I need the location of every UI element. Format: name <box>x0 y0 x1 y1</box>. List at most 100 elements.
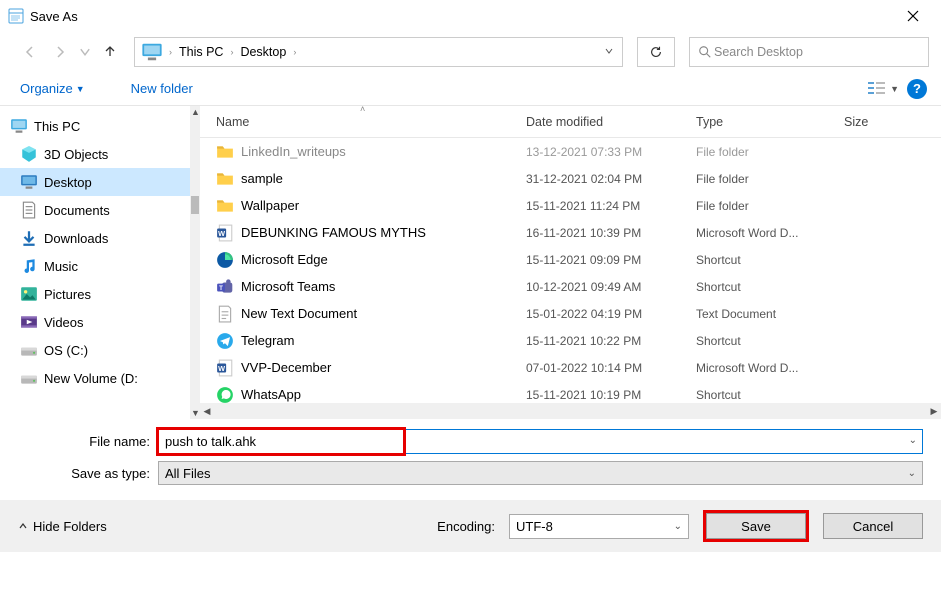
search-input[interactable] <box>712 44 920 60</box>
tree-item[interactable]: Documents <box>0 196 190 224</box>
form-area: File name: ⌄ Save as type: All Files ⌄ <box>0 419 941 496</box>
file-row[interactable]: LinkedIn_writeups13-12-2021 07:33 PMFile… <box>200 138 941 165</box>
file-date: 16-11-2021 10:39 PM <box>526 226 696 240</box>
file-list-header[interactable]: Name Date modified Type Size <box>200 106 941 138</box>
file-type: Microsoft Word D... <box>696 226 844 240</box>
folder-icon <box>216 170 234 188</box>
folder-tree[interactable]: This PC3D Objects Desktop Documents Downloa… <box>0 106 190 419</box>
main-area: This PC3D Objects Desktop Documents Downloa… <box>0 106 941 419</box>
back-button[interactable] <box>18 40 42 64</box>
pic-icon <box>20 285 38 303</box>
sort-indicator-icon: ˄ <box>360 104 365 114</box>
txt-icon <box>216 305 234 323</box>
file-row[interactable]: WDEBUNKING FAMOUS MYTHS16-11-2021 10:39 … <box>200 219 941 246</box>
file-row[interactable]: T Microsoft Teams 10-12-2021 09:49 AMShort… <box>200 273 941 300</box>
pc-icon <box>10 117 28 135</box>
file-name: DEBUNKING FAMOUS MYTHS <box>241 225 426 240</box>
chevron-down-icon: ⌄ <box>902 468 916 479</box>
refresh-button[interactable] <box>637 37 675 67</box>
address-dropdown-icon[interactable] <box>596 45 622 59</box>
tree-item-label: Pictures <box>44 287 91 302</box>
crumb-this-pc[interactable]: This PC <box>174 45 228 59</box>
tree-item[interactable]: Desktop <box>0 168 190 196</box>
tree-item-label: Desktop <box>44 175 92 190</box>
vid-icon <box>20 313 38 331</box>
file-date: 07-01-2022 10:14 PM <box>526 361 696 375</box>
window-title: Save As <box>30 9 893 24</box>
up-button[interactable] <box>98 40 122 64</box>
file-name: LinkedIn_writeups <box>241 144 346 159</box>
savetype-select[interactable]: All Files ⌄ <box>158 461 923 485</box>
chevron-down-icon: ⌄ <box>668 521 682 532</box>
file-date: 31-12-2021 02:04 PM <box>526 172 696 186</box>
file-name: Telegram <box>241 333 294 348</box>
help-button[interactable]: ? <box>907 79 927 99</box>
filename-input[interactable] <box>158 429 923 454</box>
column-name[interactable]: Name <box>200 115 526 129</box>
tree-item[interactable]: Downloads <box>0 224 190 252</box>
file-type: Shortcut <box>696 280 844 294</box>
file-row[interactable]: WhatsApp 15-11-2021 10:19 PMShortcut <box>200 381 941 403</box>
file-type: Text Document <box>696 307 844 321</box>
search-icon <box>698 45 712 59</box>
svg-text:W: W <box>218 363 225 372</box>
cancel-button[interactable]: Cancel <box>823 513 923 539</box>
tree-item[interactable]: 3D Objects <box>0 140 190 168</box>
file-type: Shortcut <box>696 388 844 402</box>
column-date[interactable]: Date modified <box>526 115 696 129</box>
new-folder-button[interactable]: New folder <box>125 78 199 99</box>
tree-item[interactable]: Videos <box>0 308 190 336</box>
view-options[interactable]: ▼ <box>867 80 899 98</box>
tree-item[interactable]: This PC <box>0 112 190 140</box>
tree-item[interactable]: OS (C:) <box>0 336 190 364</box>
hide-folders-button[interactable]: Hide Folders <box>18 519 107 534</box>
tree-item[interactable]: New Volume (D: <box>0 364 190 392</box>
word-icon: W <box>216 359 234 377</box>
forward-button[interactable] <box>48 40 72 64</box>
search-box[interactable] <box>689 37 929 67</box>
close-button[interactable] <box>893 0 933 32</box>
save-button[interactable]: Save <box>706 513 806 539</box>
file-row[interactable]: New Text Document15-01-2022 04:19 PMText… <box>200 300 941 327</box>
chevron-up-icon <box>18 521 28 531</box>
encoding-label: Encoding: <box>437 519 495 534</box>
file-type: Shortcut <box>696 334 844 348</box>
file-list[interactable]: ˄ Name Date modified Type Size LinkedIn_… <box>200 106 941 419</box>
file-row[interactable]: Telegram15-11-2021 10:22 PMShortcut <box>200 327 941 354</box>
tree-item-label: Documents <box>44 203 110 218</box>
file-name: Wallpaper <box>241 198 299 213</box>
drive-icon <box>20 369 38 387</box>
crumb-desktop[interactable]: Desktop <box>235 45 291 59</box>
3d-icon <box>20 145 38 163</box>
file-list-hscrollbar[interactable]: ◀▶ <box>200 403 941 419</box>
file-date: 10-12-2021 09:49 AM <box>526 280 696 294</box>
notepad-icon <box>8 8 24 24</box>
encoding-select[interactable]: UTF-8 ⌄ <box>509 514 689 539</box>
file-date: 15-11-2021 10:19 PM <box>526 388 696 402</box>
file-row[interactable]: Microsoft Edge15-11-2021 09:09 PMShortcu… <box>200 246 941 273</box>
drive-icon <box>20 341 38 359</box>
file-name: WhatsApp <box>241 387 301 402</box>
file-type: File folder <box>696 199 844 213</box>
nav-row: › This PC › Desktop › <box>0 32 941 72</box>
file-row[interactable]: Wallpaper15-11-2021 11:24 PMFile folder <box>200 192 941 219</box>
file-name: Microsoft Teams <box>241 279 335 294</box>
tree-item[interactable]: Music <box>0 252 190 280</box>
tree-item[interactable]: Pictures <box>0 280 190 308</box>
organize-menu[interactable]: Organize▼ <box>14 78 91 99</box>
file-name: sample <box>241 171 283 186</box>
filename-dropdown-icon[interactable]: ⌄ <box>903 435 917 446</box>
teams-icon: T <box>216 278 234 296</box>
desktop-icon <box>20 173 38 191</box>
file-type: File folder <box>696 145 844 159</box>
file-row[interactable]: sample31-12-2021 02:04 PMFile folder <box>200 165 941 192</box>
folder-icon <box>216 143 234 161</box>
tree-scrollbar[interactable]: ▲ ▼ <box>190 106 200 419</box>
file-row[interactable]: WVVP-December07-01-2022 10:14 PMMicrosof… <box>200 354 941 381</box>
column-type[interactable]: Type <box>696 115 844 129</box>
column-size[interactable]: Size <box>844 115 941 129</box>
recent-dropdown[interactable] <box>78 40 92 64</box>
toolbar: Organize▼ New folder ▼ ? <box>0 72 941 106</box>
pc-icon <box>141 41 163 63</box>
address-bar[interactable]: › This PC › Desktop › <box>134 37 623 67</box>
